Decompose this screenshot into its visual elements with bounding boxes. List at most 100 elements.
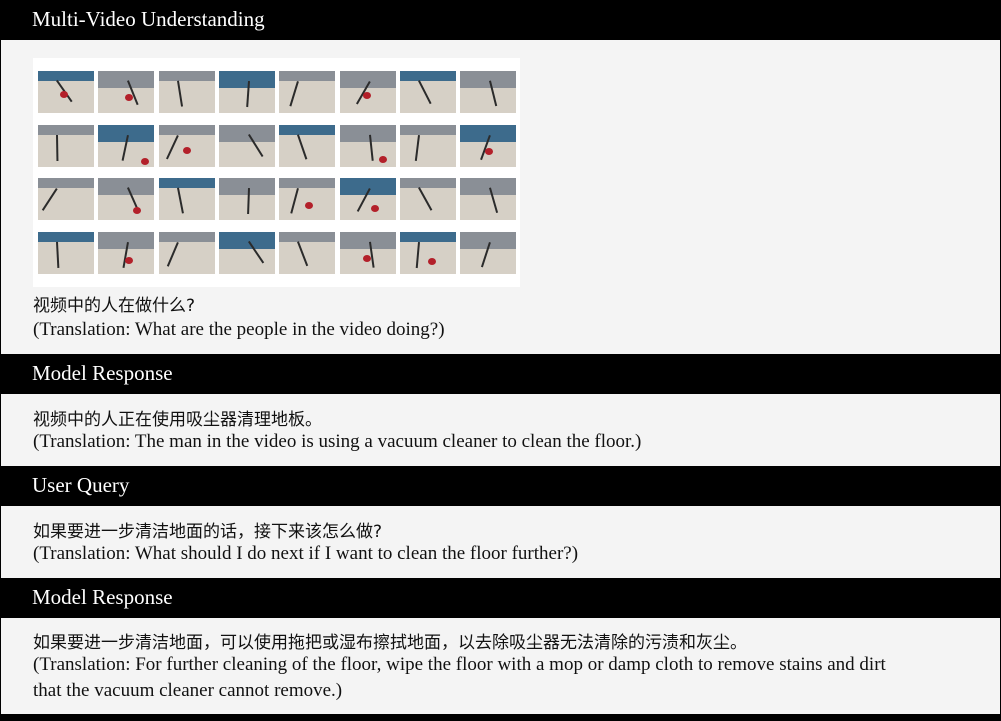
frame-wall xyxy=(279,71,336,81)
video-frame-thumbnail xyxy=(339,178,396,220)
example-panel: Multi-Video Understanding 视频中的人在做什么? (Tr… xyxy=(0,0,1001,721)
frame-wall xyxy=(158,178,215,188)
frame-wall xyxy=(38,231,94,242)
video-frame-thumbnail xyxy=(460,124,517,167)
video-frame-thumbnail xyxy=(98,231,155,274)
section-header-model-response-1: Model Response xyxy=(1,354,1000,394)
video-frame-thumbnail xyxy=(98,178,155,220)
model-response-2-translation-line1: (Translation: For further cleaning of th… xyxy=(33,654,886,675)
video-frame-thumbnail xyxy=(460,178,517,220)
frame-floor xyxy=(98,195,155,220)
video-frame-thumbnail xyxy=(339,71,396,113)
video-frame-thumbnail xyxy=(38,71,94,113)
frame-vacuum-body xyxy=(378,155,387,163)
video-frame-thumbnail xyxy=(218,124,275,167)
frame-vacuum-body xyxy=(182,146,191,154)
frame-wall xyxy=(279,231,336,242)
frame-vacuum-body xyxy=(362,92,371,99)
frame-floor xyxy=(38,134,94,167)
frame-wall xyxy=(399,71,456,81)
frame-floor xyxy=(339,141,396,167)
frame-wall xyxy=(460,178,517,195)
video-frame-thumbnail xyxy=(38,178,94,220)
frame-floor xyxy=(279,134,336,167)
frame-wall xyxy=(38,71,94,81)
frame-wall xyxy=(279,178,336,188)
frame-floor xyxy=(460,248,517,274)
video-frame-thumbnail xyxy=(399,178,456,220)
frame-vacuum-body xyxy=(125,256,134,264)
frame-vacuum-body xyxy=(485,147,494,155)
user-question-translation: (Translation: What are the people in the… xyxy=(33,319,445,340)
video-frame-thumbnail xyxy=(279,124,336,167)
video-frame-thumbnail xyxy=(460,231,517,274)
video-frame-thumbnail xyxy=(399,71,456,113)
user-question-cn: 视频中的人在做什么? xyxy=(33,296,196,316)
video-frame-thumbnail xyxy=(279,71,336,113)
frame-wall xyxy=(98,71,155,88)
frame-wall xyxy=(98,178,155,195)
video-frame-thumbnail xyxy=(158,71,215,113)
video-frame-thumbnail xyxy=(38,124,94,167)
frame-floor xyxy=(158,241,215,274)
video-frame-grid xyxy=(33,58,520,287)
section-header-multi-video: Multi-Video Understanding xyxy=(1,0,1000,40)
video-frame-thumbnail xyxy=(399,231,456,274)
panel-bottom-border xyxy=(1,714,1000,721)
frame-wall xyxy=(218,124,275,142)
frame-floor xyxy=(399,134,456,167)
frame-wall xyxy=(158,71,215,81)
section-header-model-response-2: Model Response xyxy=(1,578,1000,618)
frame-wall xyxy=(38,124,94,135)
video-frame-thumbnail xyxy=(339,231,396,274)
video-frame-thumbnail xyxy=(38,231,94,274)
frame-wall xyxy=(460,71,517,88)
video-frame-thumbnail xyxy=(218,178,275,220)
frame-floor xyxy=(399,241,456,274)
frame-floor xyxy=(158,188,215,220)
frame-wall xyxy=(399,231,456,242)
frame-wall xyxy=(158,231,215,242)
video-frame-thumbnail xyxy=(399,124,456,167)
frame-vacuum-body xyxy=(60,91,68,98)
section-header-user-query: User Query xyxy=(1,466,1000,506)
frame-floor xyxy=(218,141,275,167)
video-frame-thumbnail xyxy=(158,231,215,274)
video-frame-thumbnail xyxy=(158,124,215,167)
frame-wall xyxy=(399,124,456,135)
frame-floor xyxy=(460,88,517,113)
model-response-2-cn: 如果要进一步清洁地面，可以使用拖把或湿布擦拭地面，以去除吸尘器无法清除的污渍和灰… xyxy=(33,633,747,653)
frame-floor xyxy=(218,248,275,274)
frame-floor xyxy=(279,81,336,113)
frame-wall xyxy=(339,124,396,142)
frame-floor xyxy=(460,195,517,220)
video-frame-thumbnail xyxy=(339,124,396,167)
user-query-translation: (Translation: What should I do next if I… xyxy=(33,543,579,564)
frame-floor xyxy=(279,241,336,274)
frame-vacuum-body xyxy=(362,254,371,262)
user-query-cn: 如果要进一步清洁地面的话，接下来该怎么做? xyxy=(33,522,383,542)
video-frame-thumbnail xyxy=(279,178,336,220)
model-response-2-translation-line2: that the vacuum cleaner cannot remove.) xyxy=(33,680,343,701)
frame-floor xyxy=(339,195,396,220)
frame-wall xyxy=(279,124,336,135)
video-frame-thumbnail xyxy=(98,124,155,167)
frame-vacuum-body xyxy=(427,257,436,265)
frame-wall xyxy=(158,124,215,135)
model-response-1-cn: 视频中的人正在使用吸尘器清理地板。 xyxy=(33,410,322,430)
frame-wall xyxy=(339,231,396,249)
frame-floor xyxy=(158,81,215,113)
frame-wall xyxy=(399,178,456,188)
model-response-1-translation: (Translation: The man in the video is us… xyxy=(33,431,642,452)
video-frame-thumbnail xyxy=(279,231,336,274)
frame-vacuum-body xyxy=(370,205,379,212)
frame-vacuum-body xyxy=(141,157,150,165)
frame-wall xyxy=(38,178,94,188)
video-frame-thumbnail xyxy=(158,178,215,220)
frame-floor xyxy=(38,241,94,274)
video-frame-thumbnail xyxy=(98,71,155,113)
video-frame-thumbnail xyxy=(218,71,275,113)
video-frame-thumbnail xyxy=(218,231,275,274)
video-frame-thumbnail xyxy=(460,71,517,113)
frame-wall xyxy=(218,231,275,249)
